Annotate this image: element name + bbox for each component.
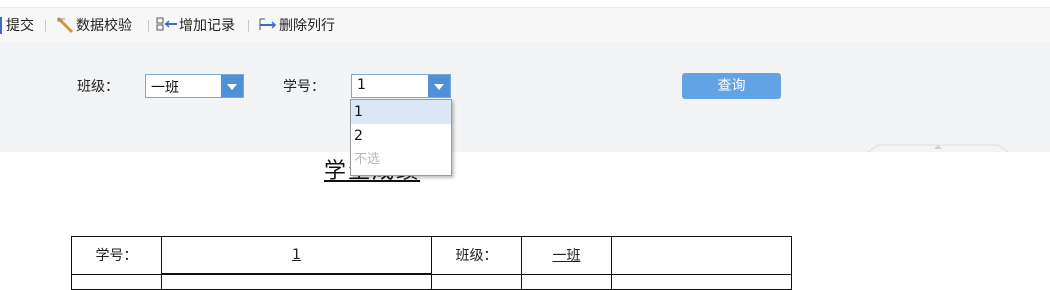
toolbar-separator [45,20,46,32]
student-no-dropdown-list: 1 2 不选 [350,99,452,176]
submit-label: 提交 [6,18,34,34]
toolbar-separator [148,20,149,32]
class-value: 一班 [552,248,581,265]
class-combo-value: 一班 [151,80,179,96]
empty-cell [71,273,162,290]
validate-icon [54,15,76,35]
class-cell-value: 一班 [521,236,612,275]
class-cell-label: 班级： [431,236,522,275]
empty-cell [611,273,792,290]
filter-panel: 班级： 一班 学号： 1 查询 [0,42,1050,152]
table-row [71,273,792,290]
add-record-icon [155,15,179,35]
student-no-label: 学号： [283,79,325,95]
student-no-cell-label: 学号： [71,236,162,275]
report-table: 学号： 1 班级： 一班 [71,236,792,290]
empty-cell [431,273,522,290]
dropdown-option[interactable]: 2 [351,124,451,148]
delete-row-button[interactable]: 删除列行 [257,8,335,42]
empty-cell [611,236,792,275]
validate-button[interactable]: 数据校验 [54,8,132,42]
empty-cell [161,273,432,290]
chevron-down-icon[interactable] [428,75,450,97]
student-no-cell-value: 1 [161,236,432,275]
class-combo[interactable]: 一班 [145,74,244,98]
query-button[interactable]: 查询 [682,73,781,99]
toolbar: 提交 数据校验 增加记录 删除列行 [0,7,1050,43]
class-label: 班级： [77,79,119,95]
student-no-value: 1 [292,247,301,263]
collapse-handle-icon[interactable] [868,143,1008,152]
dropdown-option-none[interactable]: 不选 [351,148,451,172]
toolbar-edge-marker [0,17,2,34]
validate-label: 数据校验 [76,18,132,34]
table-row: 学号： 1 班级： 一班 [71,236,792,275]
student-no-combo[interactable]: 1 [351,74,451,98]
delete-row-icon [257,15,279,35]
add-record-button[interactable]: 增加记录 [155,8,235,42]
toolbar-separator [248,20,249,32]
delete-row-label: 删除列行 [279,18,335,34]
chevron-down-icon[interactable] [221,75,243,97]
submit-button[interactable]: 提交 [6,8,34,42]
add-record-label: 增加记录 [179,18,235,34]
dropdown-option[interactable]: 1 [351,100,451,124]
empty-cell [521,273,612,290]
student-no-combo-value: 1 [357,77,366,93]
